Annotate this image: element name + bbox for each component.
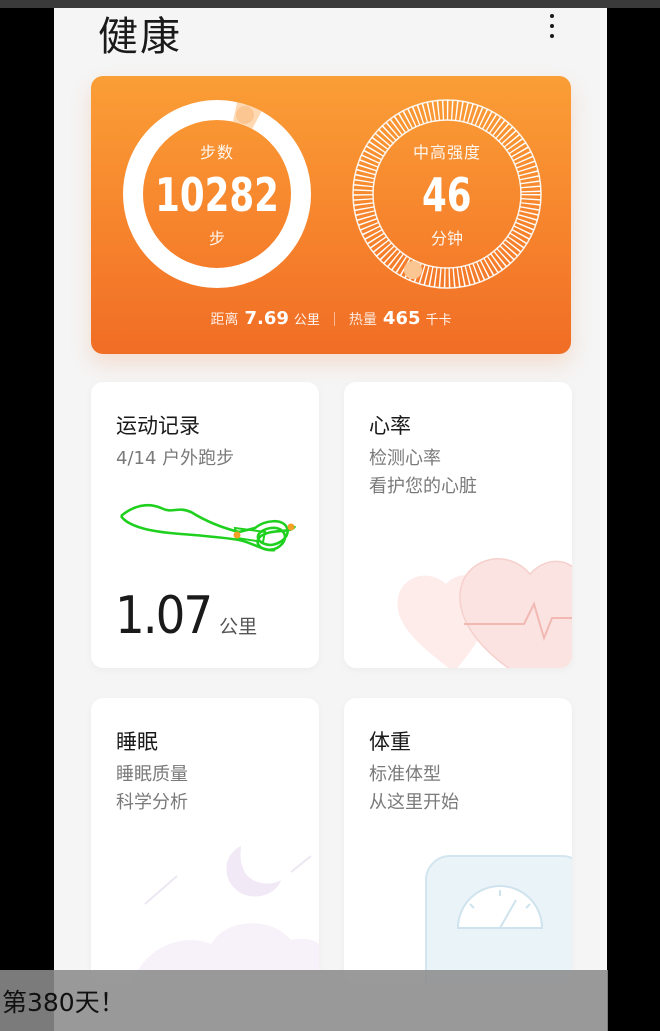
sleep-card-line1: 睡眠质量	[116, 764, 188, 785]
weight-card-subtitle: 标准体型 从这里开始	[369, 761, 459, 817]
sleep-card-title: 睡眠	[116, 730, 158, 754]
calories-unit: 千卡	[425, 313, 452, 328]
exercise-card-title: 运动记录	[116, 414, 200, 438]
status-bar-strip	[0, 0, 660, 8]
distance-label: 距离	[210, 312, 239, 328]
weight-card[interactable]: 体重 标准体型 从这里开始	[344, 698, 572, 984]
sleep-card-line2: 科学分析	[116, 792, 188, 813]
steps-label: 步数	[199, 142, 234, 162]
day-count-toast: 第380天！	[0, 970, 608, 1031]
steps-ring: 步数 10282 步	[121, 98, 313, 290]
scale-illustration-icon	[425, 855, 572, 984]
moon-illustration-icon	[132, 846, 319, 984]
calories-label: 热量	[348, 312, 377, 328]
more-options-icon[interactable]	[544, 14, 560, 44]
activity-summary-card[interactable]: 步数 10282 步 中高强度 46 分钟 距离 7.69 公里 热量 465 …	[91, 76, 571, 354]
summary-divider	[333, 311, 335, 326]
sleep-card-subtitle: 睡眠质量 科学分析	[116, 761, 188, 817]
intensity-label: 中高强度	[412, 142, 481, 162]
exercise-distance-value: 1.07	[115, 586, 213, 646]
intensity-value: 46	[422, 167, 472, 222]
health-app-screen: 健康 步数 10282 步 中高强度 46 分钟 距离 7.69 公里 热量 4…	[54, 8, 607, 1031]
heart-card-subtitle: 检测心率 看护您的心脏	[369, 445, 477, 501]
heart-card-title: 心率	[369, 414, 411, 438]
calories-value: 465	[382, 308, 421, 329]
page-title: 健康	[98, 14, 182, 60]
heart-card-line2: 看护您的心脏	[369, 476, 477, 497]
exercise-card-subtitle: 4/14 户外跑步	[116, 448, 235, 469]
exercise-distance: 1.07 公里	[115, 586, 257, 646]
toast-text: 第380天！	[2, 987, 125, 1017]
steps-unit: 步	[208, 229, 225, 249]
distance-unit: 公里	[293, 313, 320, 328]
intensity-ring: 中高强度 46 分钟	[351, 98, 543, 290]
weight-card-line2: 从这里开始	[369, 792, 459, 813]
intensity-unit: 分钟	[430, 229, 463, 249]
exercise-record-card[interactable]: 运动记录 4/14 户外跑步 1.07 公里	[91, 382, 319, 668]
heart-rate-card[interactable]: 心率 检测心率 看护您的心脏	[344, 382, 572, 668]
weight-card-title: 体重	[369, 730, 411, 754]
heart-illustration-icon	[397, 558, 572, 668]
activity-summary-row: 距离 7.69 公里 热量 465 千卡	[91, 308, 571, 329]
sleep-card[interactable]: 睡眠 睡眠质量 科学分析	[91, 698, 319, 984]
route-map-icon	[119, 503, 297, 552]
weight-card-line1: 标准体型	[369, 764, 441, 785]
steps-value: 10282	[155, 167, 279, 222]
distance-value: 7.69	[244, 308, 289, 329]
heart-card-line1: 检测心率	[369, 448, 441, 469]
exercise-distance-unit: 公里	[219, 616, 258, 638]
